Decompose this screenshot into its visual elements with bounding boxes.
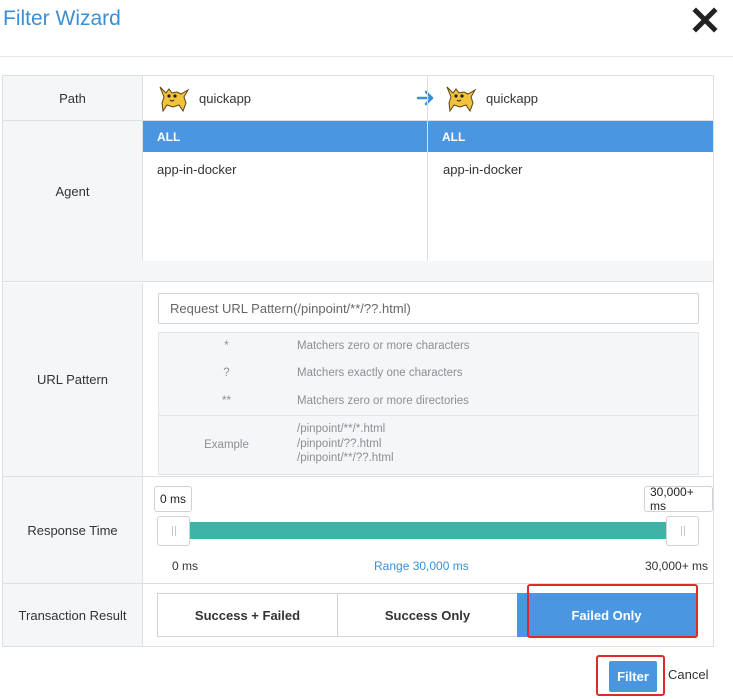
example-line: /pinpoint/??.html xyxy=(297,437,382,450)
failed-only-option[interactable]: Failed Only xyxy=(517,593,696,637)
url-pattern-help: * Matchers zero or more characters ? Mat… xyxy=(158,332,699,475)
filter-button[interactable]: Filter xyxy=(609,661,657,692)
success-failed-option[interactable]: Success + Failed xyxy=(157,593,338,637)
help-symbol: ? xyxy=(223,367,230,379)
max-slider-handle[interactable] xyxy=(666,516,699,546)
path-to: quickapp xyxy=(444,83,538,113)
column-divider xyxy=(427,76,428,261)
scale-min-label: 0 ms xyxy=(172,559,199,573)
agent-label: Agent xyxy=(3,121,143,261)
help-description: Matchers exactly one characters xyxy=(297,367,463,379)
agent-to-all[interactable]: ALL xyxy=(428,121,713,152)
agent-from-all[interactable]: ALL xyxy=(143,121,427,152)
scale-max-label: 30,000+ ms xyxy=(645,559,709,573)
example-row: Example /pinpoint/**/*.html /pinpoint/??… xyxy=(159,416,698,474)
example-line: /pinpoint/**/??.html xyxy=(297,452,394,464)
response-time-label: Response Time xyxy=(3,477,143,583)
url-pattern-input[interactable] xyxy=(158,293,699,324)
help-description: Matchers zero or more directories xyxy=(297,395,469,407)
close-x-icon[interactable] xyxy=(692,7,718,33)
min-value-tooltip: 0 ms xyxy=(154,486,193,512)
help-symbol: * xyxy=(224,340,229,352)
path-from-app: quickapp xyxy=(199,90,252,106)
transaction-result-label: Transaction Result xyxy=(3,584,143,646)
help-description: Matchers zero or more characters xyxy=(297,340,470,352)
dialog-title: Filter Wizard xyxy=(3,7,121,30)
min-slider-handle[interactable] xyxy=(157,516,190,546)
section-spacer xyxy=(3,261,713,282)
tomcat-icon xyxy=(159,86,190,113)
path-label: Path xyxy=(3,76,143,120)
example-label: Example xyxy=(204,439,249,451)
tomcat-icon xyxy=(446,86,477,113)
cancel-button[interactable]: Cancel xyxy=(668,667,708,682)
url-pattern-label: URL Pattern xyxy=(3,283,143,476)
arrow-right-icon xyxy=(416,90,434,106)
path-from: quickapp xyxy=(157,83,251,113)
dialog-header: Filter Wizard xyxy=(0,0,733,57)
path-to-app: quickapp xyxy=(486,90,539,106)
example-line: /pinpoint/**/*.html xyxy=(297,423,386,435)
success-only-option[interactable]: Success Only xyxy=(337,593,518,637)
agent-to-item[interactable]: app-in-docker xyxy=(443,162,523,177)
example-lines: /pinpoint/**/*.html /pinpoint/??.html /p… xyxy=(297,422,394,466)
scale-range-label: Range 30,000 ms xyxy=(374,559,469,573)
filter-form: Path quickapp quickapp Agent ALL app-in-… xyxy=(2,75,714,647)
max-value-tooltip: 30,000+ ms xyxy=(644,485,713,513)
agent-from-item[interactable]: app-in-docker xyxy=(157,162,237,177)
response-time-range-bar xyxy=(173,522,683,539)
help-symbol: ** xyxy=(222,395,231,407)
